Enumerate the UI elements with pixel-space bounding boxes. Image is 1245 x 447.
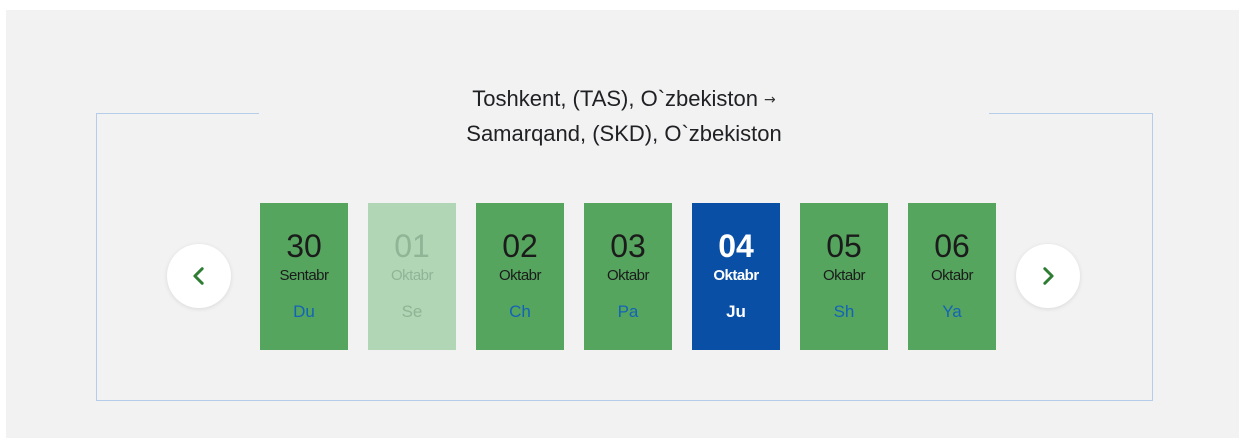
- date-day: 03: [610, 228, 646, 264]
- date-weekday: Pa: [617, 302, 639, 321]
- date-card-disabled: 01 Oktabr Se: [368, 203, 456, 350]
- chevron-right-icon: [1043, 267, 1054, 285]
- date-day: 01: [394, 228, 430, 264]
- route-origin: Toshkent, (TAS), O`zbekiston: [472, 86, 758, 111]
- date-weekday: Ya: [942, 302, 962, 321]
- date-weekday: Ju: [726, 302, 746, 321]
- date-day: 05: [826, 228, 862, 264]
- route-title: Toshkent, (TAS), O`zbekiston → Samarqand,…: [259, 80, 989, 154]
- route-destination: Samarqand, (SKD), O`zbekiston: [466, 121, 782, 147]
- date-card[interactable]: 03 Oktabr Pa: [584, 203, 672, 350]
- date-card[interactable]: 02 Oktabr Ch: [476, 203, 564, 350]
- date-month: Oktabr: [930, 267, 974, 284]
- date-card[interactable]: 06 Oktabr Ya: [908, 203, 996, 350]
- date-card-selected[interactable]: 04 Oktabr Ju: [692, 203, 780, 350]
- date-day: 04: [718, 228, 754, 264]
- route-origin-line: Toshkent, (TAS), O`zbekiston →: [259, 82, 989, 117]
- date-month: Sentabr: [279, 267, 329, 284]
- date-month: Oktabr: [822, 267, 866, 284]
- date-strip: 30 Sentabr Du 01 Oktabr Se 02 Oktabr Ch …: [260, 203, 996, 350]
- date-day: 06: [934, 228, 970, 264]
- date-weekday: Se: [401, 302, 423, 321]
- next-dates-button[interactable]: [1016, 244, 1080, 308]
- date-weekday: Du: [293, 302, 315, 321]
- chevron-left-icon: [193, 267, 204, 285]
- route-arrow-icon: →: [763, 92, 776, 109]
- date-card[interactable]: 05 Oktabr Sh: [800, 203, 888, 350]
- date-month: Oktabr: [390, 267, 434, 284]
- date-month: Oktabr: [498, 267, 542, 284]
- date-day: 30: [286, 228, 322, 264]
- previous-dates-button[interactable]: [167, 244, 231, 308]
- date-card[interactable]: 30 Sentabr Du: [260, 203, 348, 350]
- date-month: Oktabr: [713, 267, 759, 284]
- date-month: Oktabr: [606, 267, 650, 284]
- date-day: 02: [502, 228, 538, 264]
- date-weekday: Ch: [509, 302, 531, 321]
- date-weekday: Sh: [833, 302, 855, 321]
